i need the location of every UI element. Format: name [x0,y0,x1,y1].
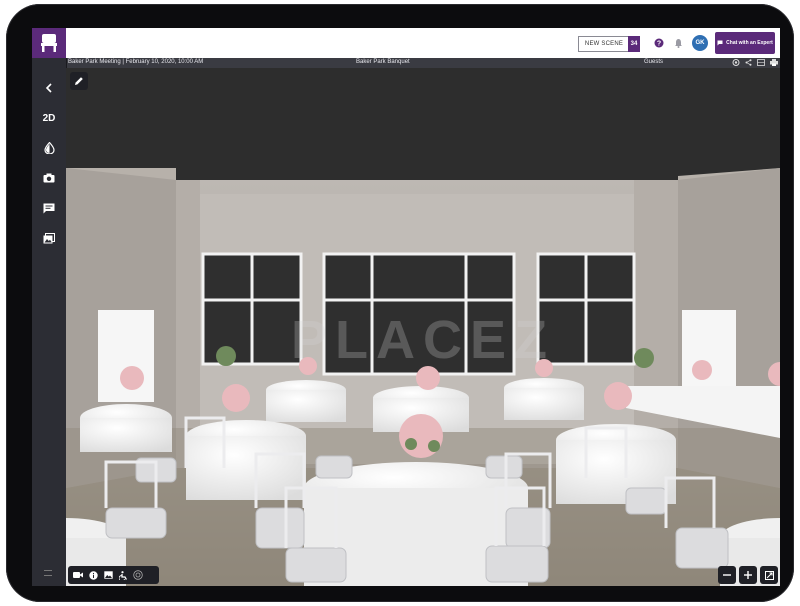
plus-icon [744,571,752,579]
lighting-button[interactable] [32,136,66,160]
zoom-in-button[interactable] [739,566,757,584]
scene-viewport[interactable]: PLACEZ [66,68,780,586]
toggle-2d-label: 2D [42,112,56,124]
rotate-view-tool[interactable] [133,570,143,580]
svg-text:?: ? [657,41,661,48]
info-tool[interactable] [88,570,98,580]
layout-icon[interactable] [757,59,765,66]
contrast-icon [43,142,55,154]
app-logo[interactable] [32,28,66,58]
toggle-2d-button[interactable]: 2D [32,106,66,130]
scene-count-badge[interactable]: 34 [628,36,640,52]
print-icon[interactable] [770,59,778,66]
bell-icon[interactable] [673,38,683,48]
zoom-out-button[interactable] [718,566,736,584]
info-bar: Baker Park Meeting | February 10, 2020, … [66,58,780,68]
view-toolbar [68,566,159,584]
guests-label[interactable]: Guests [644,59,663,65]
fullscreen-icon [764,570,774,580]
chat-icon [43,203,55,213]
rotate-360-icon [133,570,143,580]
event-info: Baker Park Meeting | February 10, 2020, … [68,59,204,65]
info-icon [88,570,98,580]
image-tool[interactable] [103,570,113,580]
comments-button[interactable] [32,196,66,220]
left-sidebar: 2D [32,58,67,586]
camera-button[interactable] [32,166,66,190]
banquet-scene-render: PLACEZ [66,68,780,586]
back-button[interactable] [32,76,66,100]
video-icon [73,572,83,578]
edit-scene-button[interactable] [70,72,88,90]
camera-icon [43,173,55,183]
minus-icon [723,574,731,576]
gallery-button[interactable] [32,226,66,250]
video-tool[interactable] [73,570,83,580]
share-icon[interactable] [745,59,752,66]
chat-button-label: Chat with an Expert [726,40,773,46]
help-icon[interactable]: ? [654,38,664,48]
app-screen: NEW SCENE 34 ? GK Chat with an Expert Ba… [32,28,780,586]
gallery-icon [43,232,55,243]
user-avatar[interactable]: GK [692,35,708,51]
room-name: Baker Park Banquet [356,59,410,65]
accessibility-tool[interactable] [118,570,128,580]
back-arrow-icon [45,83,52,93]
chat-bubble-icon [717,40,723,46]
pencil-icon [75,77,83,85]
zoom-controls [718,566,778,584]
tablet-frame: NEW SCENE 34 ? GK Chat with an Expert Ba… [6,4,794,602]
sidebar-resize-handle[interactable] [44,570,52,576]
chair-logo-icon [41,34,57,52]
info-actions [732,59,778,66]
view-toggle-icon[interactable] [732,59,740,66]
chat-with-expert-button[interactable]: Chat with an Expert [715,32,775,54]
new-scene-button[interactable]: NEW SCENE [578,36,630,52]
top-bar: NEW SCENE 34 ? GK Chat with an Expert [32,28,780,59]
accessibility-icon [118,570,127,580]
fullscreen-button[interactable] [760,566,778,584]
image-icon [103,571,113,579]
svg-text:PLACEZ: PLACEZ [291,310,555,370]
